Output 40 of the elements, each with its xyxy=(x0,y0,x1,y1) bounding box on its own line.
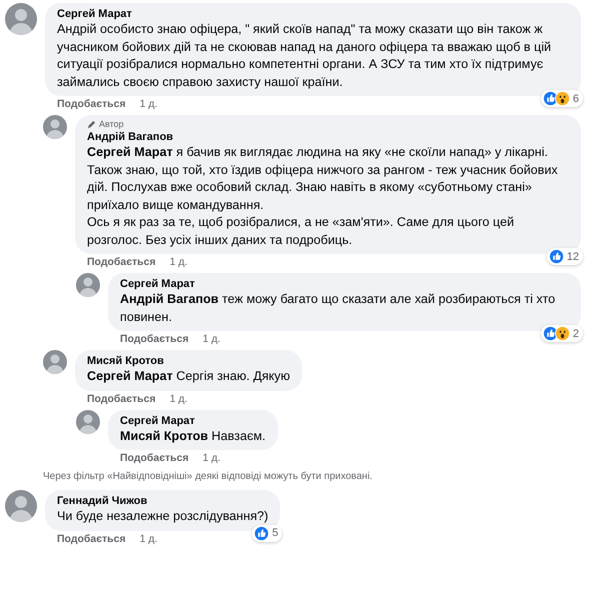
avatar-photo[interactable] xyxy=(43,350,67,374)
thumbs-up-icon xyxy=(548,249,564,264)
avatar-photo[interactable] xyxy=(76,410,100,434)
timestamp[interactable]: 1 д. xyxy=(140,98,158,111)
author-badge: Автор xyxy=(87,119,569,130)
author-name[interactable]: Сергей Марат xyxy=(120,277,569,291)
surprised-face-icon xyxy=(554,326,570,341)
author-name[interactable]: Мисяй Кротов xyxy=(87,354,290,368)
like-link[interactable]: Подобається xyxy=(87,392,156,406)
like-link[interactable]: Подобається xyxy=(57,532,126,546)
filter-notice: Через фільтр «Найвідповідніші» деякі відповіді можуть бути приховані. xyxy=(43,470,374,484)
comment-text: Чи буде незалежне розслідування?) xyxy=(57,508,268,525)
surprised-face-icon xyxy=(554,91,570,106)
comment-text: Мисяй Кротов Навзаєм. xyxy=(120,428,266,445)
avatar-photo[interactable] xyxy=(5,490,37,522)
avatar-photo[interactable] xyxy=(43,115,67,139)
thumbs-up-icon xyxy=(254,526,270,540)
reaction-summary[interactable]: 5 xyxy=(252,524,282,542)
like-link[interactable]: Подобається xyxy=(87,256,156,269)
comment-text: Сергей Марат Сергія знаю. Дякую xyxy=(87,368,290,385)
comment-text: Сергей Марат я бачив як виглядає людина на яку «не скоїли напад» у лікарні. Також знаю, що той, хто їздив офіцера нижчого за рангом - теж учасник бойових дій. Послухав вже особовий склад. Знаю навіть в якому «суботньому стані» приїхало вище командування. Ось я як раз за те, щоб розібралися, а не «зам'яти». Саме для цього цей розголос. Без усіх інших даних та подробиць. xyxy=(87,144,559,249)
avatar-photo[interactable] xyxy=(76,273,100,297)
like-link[interactable]: Подобається xyxy=(120,333,189,346)
reaction-summary[interactable]: 6 xyxy=(540,90,583,107)
reaction-summary[interactable]: 12 xyxy=(546,248,583,265)
author-name[interactable]: Сергей Марат xyxy=(57,7,569,21)
timestamp[interactable]: 1 д. xyxy=(202,333,220,346)
author-name[interactable]: Геннадий Чижов xyxy=(57,494,268,508)
comment-text: Андрій Вагапов теж можу багато що сказати але хай розбираються ті хто повинен. xyxy=(120,291,556,326)
avatar-photo[interactable] xyxy=(5,3,37,35)
comment-text: Андрій особисто знаю офіцера, " який скоїв напад" та можу сказати що він також ж учасником бойових дій та не скоював напад на даного офіцера та вважаю щоб в цій ситуації розібралися нормально компетентні органи. А ЗСУ та тим хто їх підтримує займались своєю справою захисту нашої країни. xyxy=(57,21,552,91)
author-name[interactable]: Сергей Марат xyxy=(120,414,266,428)
timestamp[interactable]: 1 д. xyxy=(202,452,220,465)
timestamp[interactable]: 1 д. xyxy=(170,392,188,406)
like-link[interactable]: Подобається xyxy=(57,98,126,111)
timestamp[interactable]: 1 д. xyxy=(170,256,188,269)
like-link[interactable]: Подобається xyxy=(120,452,189,465)
timestamp[interactable]: 1 д. xyxy=(140,532,158,546)
author-name[interactable]: Андрій Вагапов xyxy=(87,130,569,144)
reaction-summary[interactable]: 2 xyxy=(540,325,583,342)
